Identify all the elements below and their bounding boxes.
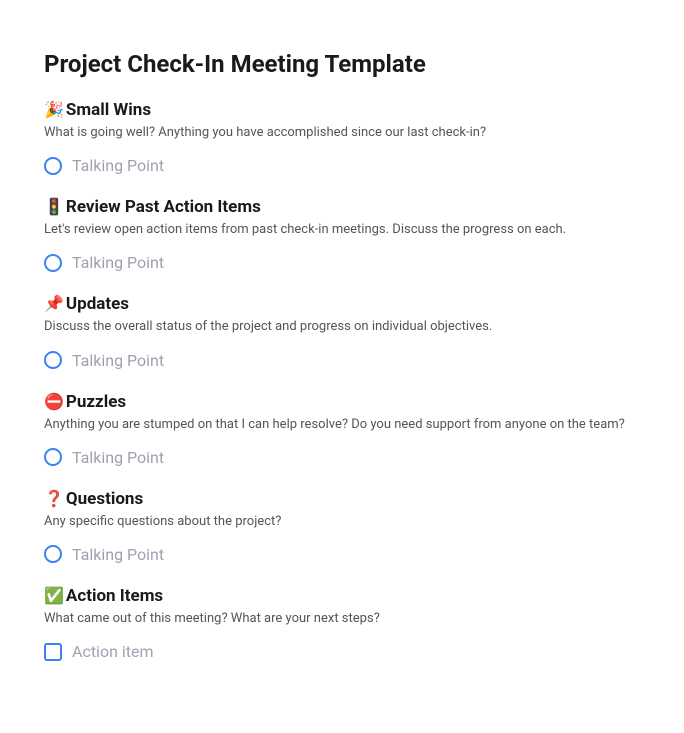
item-placeholder[interactable]: Talking Point — [72, 545, 164, 564]
item-placeholder[interactable]: Talking Point — [72, 253, 164, 272]
section-title: Review Past Action Items — [66, 197, 261, 217]
radio-icon[interactable] — [44, 157, 62, 175]
section-emoji-icon: ✅ — [44, 588, 64, 604]
section-emoji-icon: ❓ — [44, 491, 64, 507]
radio-icon[interactable] — [44, 351, 62, 369]
item-row[interactable]: Talking Point — [44, 349, 640, 372]
section-title: Action Items — [66, 586, 163, 606]
section-header: 🚦 Review Past Action Items — [44, 197, 640, 217]
section-title: Small Wins — [66, 100, 151, 120]
section-description: Let's review open action items from past… — [44, 221, 640, 239]
section: 📌 Updates Discuss the overall status of t… — [44, 294, 640, 371]
section-emoji-icon: ⛔ — [44, 394, 64, 410]
section-description: Discuss the overall status of the projec… — [44, 318, 640, 336]
radio-icon[interactable] — [44, 545, 62, 563]
item-placeholder[interactable]: Talking Point — [72, 351, 164, 370]
section-description: Anything you are stumped on that I can h… — [44, 416, 640, 434]
item-placeholder[interactable]: Talking Point — [72, 448, 164, 467]
section-emoji-icon: 🎉 — [44, 102, 64, 118]
radio-icon[interactable] — [44, 254, 62, 272]
section-header: ❓ Questions — [44, 489, 640, 509]
item-row[interactable]: Talking Point — [44, 251, 640, 274]
section-emoji-icon: 🚦 — [44, 199, 64, 215]
section-description: What is going well? Anything you have ac… — [44, 124, 640, 142]
section-description: What came out of this meeting? What are … — [44, 610, 640, 628]
section: ❓ Questions Any specific questions about … — [44, 489, 640, 566]
section-title: Puzzles — [66, 392, 126, 412]
section-header: ⛔ Puzzles — [44, 392, 640, 412]
section: ✅ Action Items What came out of this meet… — [44, 586, 640, 663]
section-header: 🎉 Small Wins — [44, 100, 640, 120]
section: 🚦 Review Past Action Items Let's review o… — [44, 197, 640, 274]
section-emoji-icon: 📌 — [44, 296, 64, 312]
section-title: Questions — [66, 489, 143, 509]
radio-icon[interactable] — [44, 448, 62, 466]
item-placeholder[interactable]: Talking Point — [72, 156, 164, 175]
page-title: Project Check-In Meeting Template — [44, 50, 640, 78]
section-title: Updates — [66, 294, 129, 314]
checkbox-icon[interactable] — [44, 643, 62, 661]
item-row[interactable]: Talking Point — [44, 446, 640, 469]
section: ⛔ Puzzles Anything you are stumped on tha… — [44, 392, 640, 469]
section-header: 📌 Updates — [44, 294, 640, 314]
section-header: ✅ Action Items — [44, 586, 640, 606]
section-description: Any specific questions about the project… — [44, 513, 640, 531]
section: 🎉 Small Wins What is going well? Anything… — [44, 100, 640, 177]
item-row[interactable]: Talking Point — [44, 154, 640, 177]
item-row[interactable]: Talking Point — [44, 543, 640, 566]
item-row[interactable]: Action item — [44, 640, 640, 663]
item-placeholder[interactable]: Action item — [72, 642, 154, 661]
